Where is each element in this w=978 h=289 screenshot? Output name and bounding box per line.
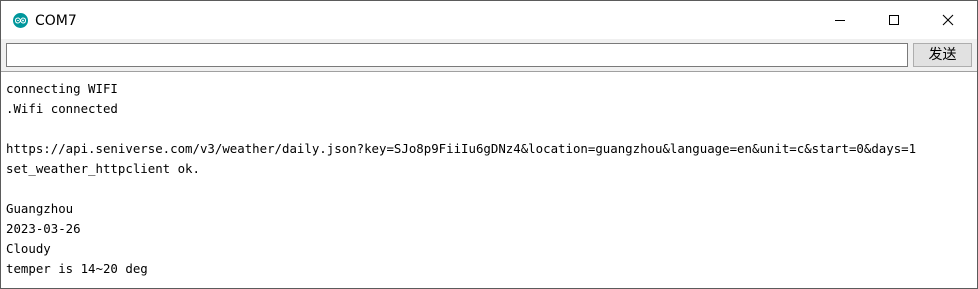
arduino-logo-glyph [15,17,26,24]
send-bar: 发送 [1,39,977,71]
output-line: .Wifi connected [6,101,118,116]
title-bar[interactable]: COM7 [1,1,977,39]
minimize-icon [835,20,845,21]
output-line: Guangzhou [6,201,74,216]
output-line: temper is 14~20 deg [6,261,148,276]
window-title: COM7 [35,13,77,29]
maximize-icon [889,15,899,25]
output-line: https://api.seniverse.com/v3/weather/dai… [6,141,917,156]
serial-input[interactable] [6,43,908,67]
output-line: 2023-03-26 [6,221,81,236]
output-line: Cloudy [6,241,51,256]
minimize-button[interactable] [813,1,867,39]
close-icon [942,14,954,26]
serial-output[interactable]: connecting WIFI .Wifi connected https://… [1,71,977,288]
output-line: connecting WIFI [6,81,118,96]
output-line: set_weather_httpclient ok. [6,161,200,176]
send-button[interactable]: 发送 [913,43,972,67]
output-lines: connecting WIFI .Wifi connected https://… [6,79,974,279]
serial-monitor-window: COM7 发送 connecting WIFI .Wifi connected [0,0,978,289]
arduino-icon [13,13,28,28]
maximize-button[interactable] [867,1,921,39]
close-button[interactable] [921,1,975,39]
